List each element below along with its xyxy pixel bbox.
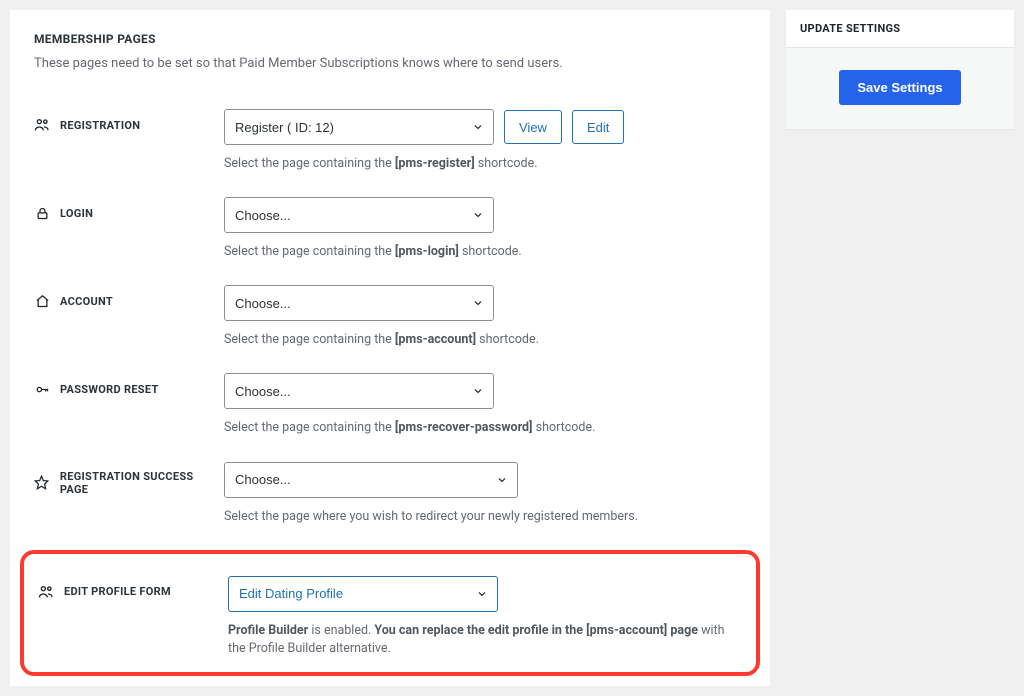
home-icon (34, 293, 50, 309)
password-reset-help: Select the page containing the [pms-reco… (224, 419, 746, 437)
registration-help: Select the page containing the [pms-regi… (224, 155, 746, 173)
edit-profile-highlight: EDIT PROFILE FORM Edit Dating Profile (20, 550, 760, 676)
password-reset-select[interactable]: Choose... (224, 373, 494, 409)
account-label: ACCOUNT (60, 295, 113, 308)
field-registration-success: REGISTRATION SUCCESS PAGE Choose... Sele… (34, 452, 746, 540)
people-icon (38, 584, 54, 600)
sidebar-title: UPDATE SETTINGS (786, 10, 1014, 48)
field-edit-profile: EDIT PROFILE FORM Edit Dating Profile (34, 570, 746, 658)
edit-button[interactable]: Edit (572, 110, 624, 144)
field-registration: REGISTRATION Register ( ID: 12) View Edi… (34, 99, 746, 187)
password-reset-label: PASSWORD RESET (60, 383, 159, 396)
registration-success-label: REGISTRATION SUCCESS PAGE (60, 470, 224, 496)
people-icon (34, 117, 50, 133)
field-account: ACCOUNT Choose... Select the page contai… (34, 275, 746, 363)
edit-profile-help: Profile Builder is enabled. You can repl… (228, 622, 742, 658)
view-button[interactable]: View (504, 110, 562, 144)
star-icon (34, 475, 50, 491)
registration-success-help: Select the page where you wish to redire… (224, 508, 746, 526)
key-icon (34, 381, 50, 397)
section-description: These pages need to be set so that Paid … (34, 56, 746, 71)
field-login: LOGIN Choose... Select the page containi… (34, 187, 746, 275)
login-help: Select the page containing the [pms-logi… (224, 243, 746, 261)
registration-success-select[interactable]: Choose... (224, 462, 518, 498)
lock-icon (34, 205, 50, 221)
membership-pages-panel: MEMBERSHIP PAGES These pages need to be … (10, 10, 770, 686)
login-label: LOGIN (60, 207, 93, 220)
update-settings-sidebar: UPDATE SETTINGS Save Settings (786, 10, 1014, 129)
registration-label: REGISTRATION (60, 119, 140, 132)
account-select[interactable]: Choose... (224, 285, 494, 321)
field-password-reset: PASSWORD RESET Choose... Select the page… (34, 363, 746, 451)
registration-select[interactable]: Register ( ID: 12) (224, 109, 494, 145)
login-select[interactable]: Choose... (224, 197, 494, 233)
save-settings-button[interactable]: Save Settings (839, 70, 960, 105)
edit-profile-label: EDIT PROFILE FORM (64, 585, 171, 598)
section-title: MEMBERSHIP PAGES (34, 32, 746, 46)
edit-profile-select[interactable]: Edit Dating Profile (228, 576, 498, 612)
account-help: Select the page containing the [pms-acco… (224, 331, 746, 349)
